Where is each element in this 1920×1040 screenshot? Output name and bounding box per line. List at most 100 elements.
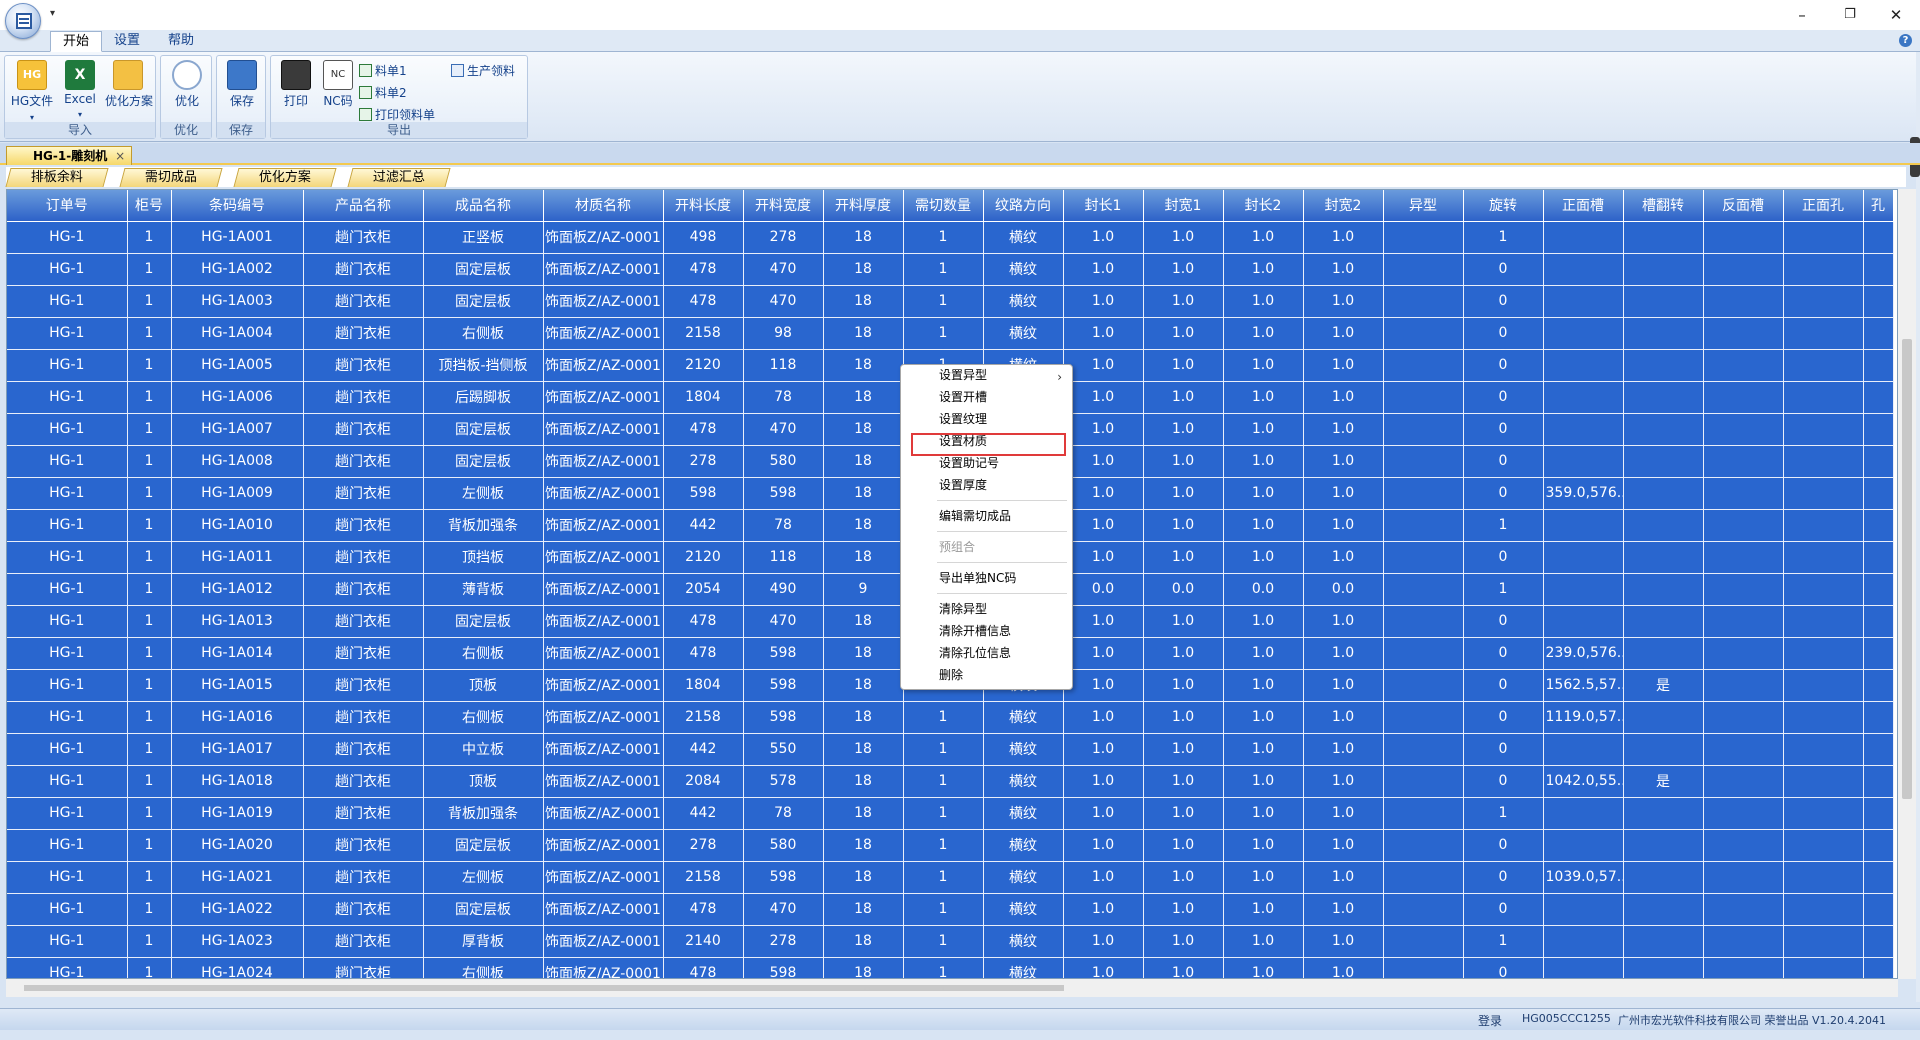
menu-clear-holes[interactable]: 清除孔位信息 bbox=[939, 643, 1011, 663]
table-cell[interactable]: 1.0 bbox=[1143, 733, 1224, 766]
table-cell[interactable]: HG-1A021 bbox=[171, 861, 304, 894]
table-cell[interactable]: 18 bbox=[823, 285, 904, 318]
table-cell[interactable]: 18 bbox=[823, 253, 904, 286]
menu-set-groove[interactable]: 设置开槽 bbox=[939, 387, 987, 407]
document-tab[interactable]: HG-1-雕刻机 × bbox=[6, 146, 133, 165]
table-cell[interactable]: 18 bbox=[823, 509, 904, 542]
table-cell[interactable]: 趟门衣柜 bbox=[303, 413, 424, 446]
table-cell[interactable] bbox=[1543, 957, 1624, 978]
table-cell[interactable] bbox=[1623, 221, 1704, 254]
table-cell[interactable]: 1.0 bbox=[1063, 925, 1144, 958]
table-cell[interactable]: 横纹 bbox=[983, 925, 1064, 958]
table-cell[interactable]: 横纹 bbox=[983, 797, 1064, 830]
table-cell[interactable]: 0.0 bbox=[1063, 573, 1144, 606]
table-cell[interactable] bbox=[1783, 669, 1864, 702]
table-cell[interactable]: 1.0 bbox=[1143, 861, 1224, 894]
table-cell[interactable]: 18 bbox=[823, 605, 904, 638]
table-cell[interactable]: 饰面板Z/AZ-0001 bbox=[543, 477, 664, 510]
minimize-button[interactable]: – bbox=[1780, 2, 1824, 28]
table-cell[interactable]: 趟门衣柜 bbox=[303, 317, 424, 350]
menu-set-thickness[interactable]: 设置厚度 bbox=[939, 475, 987, 495]
table-cell[interactable]: 0.0 bbox=[1223, 573, 1304, 606]
table-cell[interactable]: 1.0 bbox=[1063, 733, 1144, 766]
table-cell[interactable]: 1.0 bbox=[1303, 829, 1384, 862]
table-cell[interactable]: 78 bbox=[743, 797, 824, 830]
table-cell[interactable]: 1.0 bbox=[1223, 893, 1304, 926]
table-cell[interactable] bbox=[1623, 381, 1704, 414]
table-cell[interactable] bbox=[1543, 509, 1624, 542]
table-cell[interactable]: 1 bbox=[903, 861, 984, 894]
table-cell[interactable] bbox=[1703, 669, 1784, 702]
menu-set-shape[interactable]: 设置异型 bbox=[939, 365, 987, 385]
table-cell[interactable]: 1.0 bbox=[1223, 541, 1304, 574]
table-cell[interactable]: 490 bbox=[743, 573, 824, 606]
table-cell[interactable] bbox=[1783, 765, 1864, 798]
table-cell[interactable] bbox=[1863, 317, 1894, 350]
menu-export-single-nc[interactable]: 导出单独NC码 bbox=[939, 568, 1016, 588]
table-cell[interactable]: 饰面板Z/AZ-0001 bbox=[543, 317, 664, 350]
column-header[interactable]: 成品名称 bbox=[423, 190, 544, 222]
subtab-optimization-plan[interactable]: 优化方案 bbox=[233, 168, 337, 187]
table-cell[interactable]: 1.0 bbox=[1143, 957, 1224, 978]
table-cell[interactable]: HG-1 bbox=[7, 861, 128, 894]
table-cell[interactable]: 顶板 bbox=[423, 765, 544, 798]
table-cell[interactable]: 1.0 bbox=[1223, 381, 1304, 414]
table-cell[interactable]: 1.0 bbox=[1223, 765, 1304, 798]
table-cell[interactable] bbox=[1623, 733, 1704, 766]
table-cell[interactable] bbox=[1783, 701, 1864, 734]
column-header[interactable]: 孔 bbox=[1863, 190, 1894, 222]
table-cell[interactable]: 1.0 bbox=[1143, 317, 1224, 350]
table-cell[interactable]: 横纹 bbox=[983, 733, 1064, 766]
table-row[interactable]: HG-1 1 HG-1A001 趟门衣柜 正竖板 饰面板Z/AZ-0001 498 278 18… bbox=[7, 221, 1894, 254]
table-cell[interactable] bbox=[1623, 317, 1704, 350]
table-cell[interactable]: 550 bbox=[743, 733, 824, 766]
table-cell[interactable] bbox=[1703, 317, 1784, 350]
table-cell[interactable]: 470 bbox=[743, 605, 824, 638]
table-cell[interactable]: 左侧板 bbox=[423, 477, 544, 510]
table-cell[interactable]: 背板加强条 bbox=[423, 509, 544, 542]
table-cell[interactable]: HG-1 bbox=[7, 253, 128, 286]
table-cell[interactable]: 1 bbox=[1463, 221, 1544, 254]
table-cell[interactable] bbox=[1543, 285, 1624, 318]
table-cell[interactable]: 0 bbox=[1463, 285, 1544, 318]
table-cell[interactable]: 饰面板Z/AZ-0001 bbox=[543, 637, 664, 670]
table-cell[interactable]: 1 bbox=[903, 797, 984, 830]
table-cell[interactable]: 2084 bbox=[663, 765, 744, 798]
table-cell[interactable]: 1.0 bbox=[1223, 957, 1304, 978]
table-cell[interactable] bbox=[1783, 541, 1864, 574]
table-cell[interactable] bbox=[1863, 445, 1894, 478]
column-header[interactable]: 旋转 bbox=[1463, 190, 1544, 222]
table-cell[interactable]: HG-1A024 bbox=[171, 957, 304, 978]
table-cell[interactable]: 0 bbox=[1463, 253, 1544, 286]
table-cell[interactable] bbox=[1623, 829, 1704, 862]
table-cell[interactable]: 1 bbox=[127, 253, 172, 286]
table-row[interactable]: HG-1 1 HG-1A004 趟门衣柜 右侧板 饰面板Z/AZ-0001 2158 98 18… bbox=[7, 317, 1894, 350]
table-cell[interactable]: HG-1 bbox=[7, 221, 128, 254]
table-cell[interactable]: 1.0 bbox=[1063, 413, 1144, 446]
column-header[interactable]: 封宽1 bbox=[1143, 190, 1224, 222]
table-cell[interactable]: 顶挡板 bbox=[423, 541, 544, 574]
table-cell[interactable]: 横纹 bbox=[983, 829, 1064, 862]
table-cell[interactable]: 1562.5,57... bbox=[1543, 669, 1624, 702]
table-cell[interactable]: 18 bbox=[823, 477, 904, 510]
table-cell[interactable]: 趟门衣柜 bbox=[303, 253, 424, 286]
table-cell[interactable] bbox=[1703, 925, 1784, 958]
table-cell[interactable]: 1 bbox=[127, 925, 172, 958]
table-cell[interactable]: 趟门衣柜 bbox=[303, 349, 424, 382]
table-cell[interactable]: 右侧板 bbox=[423, 317, 544, 350]
column-header[interactable]: 槽翻转 bbox=[1623, 190, 1704, 222]
table-cell[interactable] bbox=[1703, 765, 1784, 798]
table-cell[interactable] bbox=[1783, 349, 1864, 382]
table-cell[interactable]: 1.0 bbox=[1223, 445, 1304, 478]
table-cell[interactable]: 18 bbox=[823, 797, 904, 830]
table-cell[interactable]: 18 bbox=[823, 381, 904, 414]
table-cell[interactable]: 470 bbox=[743, 413, 824, 446]
table-cell[interactable]: 1 bbox=[127, 413, 172, 446]
table-cell[interactable]: 1.0 bbox=[1143, 637, 1224, 670]
table-cell[interactable]: HG-1 bbox=[7, 573, 128, 606]
table-cell[interactable]: 顶挡板-挡侧板 bbox=[423, 349, 544, 382]
table-cell[interactable] bbox=[1783, 829, 1864, 862]
table-cell[interactable] bbox=[1383, 221, 1464, 254]
table-cell[interactable]: 1 bbox=[903, 829, 984, 862]
table-cell[interactable] bbox=[1703, 797, 1784, 830]
